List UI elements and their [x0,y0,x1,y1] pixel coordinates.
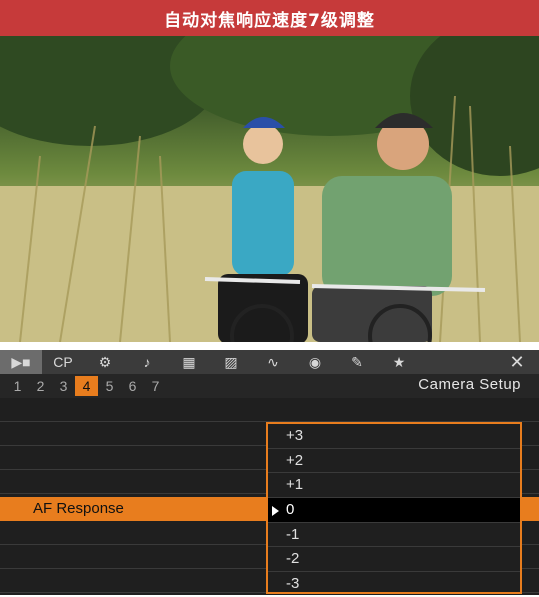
tab-cp[interactable]: CP [42,350,84,374]
option-label: +2 [286,451,304,469]
tab-audio[interactable]: ♪ [126,350,168,374]
cyclists-photo [0,36,539,342]
option-label: -3 [286,575,300,593]
menu-tabs: ▶■ CP ⚙ ♪ ▦ ▨ ∿ ◉ ✎ ★ ✕ [0,350,539,374]
menu-row[interactable] [0,398,539,422]
tab-system[interactable]: ✎ [336,350,378,374]
audio-icon: ♪ [143,354,151,370]
close-button[interactable]: ✕ [495,350,539,374]
tab-recording[interactable]: ◉ [294,350,336,374]
tab-tc[interactable]: ∿ [252,350,294,374]
tab-lcd[interactable]: ▨ [210,350,252,374]
af-response-label: AF Response [33,500,124,517]
page-bar: 1 2 3 4 5 6 7 Camera Setup [0,374,539,398]
option-label: -1 [286,525,300,543]
page-4[interactable]: 4 [75,376,98,396]
option-plus-2[interactable]: +2 [268,449,520,474]
tab-camera-settings[interactable]: ⚙ [84,350,126,374]
option-minus-3[interactable]: -3 [268,572,520,597]
af-response-options: +3 +2 +1 0 -1 -2 -3 [266,422,522,594]
tc-icon: ∿ [267,353,279,370]
page-5[interactable]: 5 [98,376,121,396]
close-icon: ✕ [509,351,525,372]
banner-title: 自动对焦响应速度7级调整 [0,0,539,36]
option-label: +1 [286,476,304,494]
option-label: 0 [286,501,295,519]
page-title: Camera Setup [418,376,521,393]
option-minus-1[interactable]: -1 [268,523,520,548]
page-numbers: 1 2 3 4 5 6 7 [6,376,167,396]
option-plus-1[interactable]: +1 [268,473,520,499]
lcd-icon: ▨ [224,353,238,370]
option-0[interactable]: 0 [268,498,520,523]
recording-icon: ◉ [308,353,322,370]
option-label: -2 [286,550,300,568]
page-7[interactable]: 7 [144,376,167,396]
page-2[interactable]: 2 [29,376,52,396]
camera-settings-icon: ⚙ [98,353,112,370]
tab-video-setup[interactable]: ▦ [168,350,210,374]
star-icon: ★ [392,353,406,370]
page-3[interactable]: 3 [52,376,75,396]
camera-menu: ▶■ CP ⚙ ♪ ▦ ▨ ∿ ◉ ✎ ★ ✕ 1 2 3 4 5 6 7 Ca… [0,350,539,595]
tab-my-menu[interactable]: ★ [378,350,420,374]
divider [0,342,539,350]
tab-camera[interactable]: ▶■ [0,350,42,374]
page-1[interactable]: 1 [6,376,29,396]
wrench-icon: ✎ [351,353,363,370]
video-setup-icon: ▦ [182,353,196,370]
option-label: +3 [286,427,304,444]
option-plus-3[interactable]: +3 [268,424,520,449]
camera-icon: ▶■ [11,353,31,370]
cursor-arrow-icon [272,506,279,517]
page-6[interactable]: 6 [121,376,144,396]
cp-icon: CP [53,354,73,370]
option-minus-2[interactable]: -2 [268,547,520,573]
photo-illustration [0,36,539,342]
